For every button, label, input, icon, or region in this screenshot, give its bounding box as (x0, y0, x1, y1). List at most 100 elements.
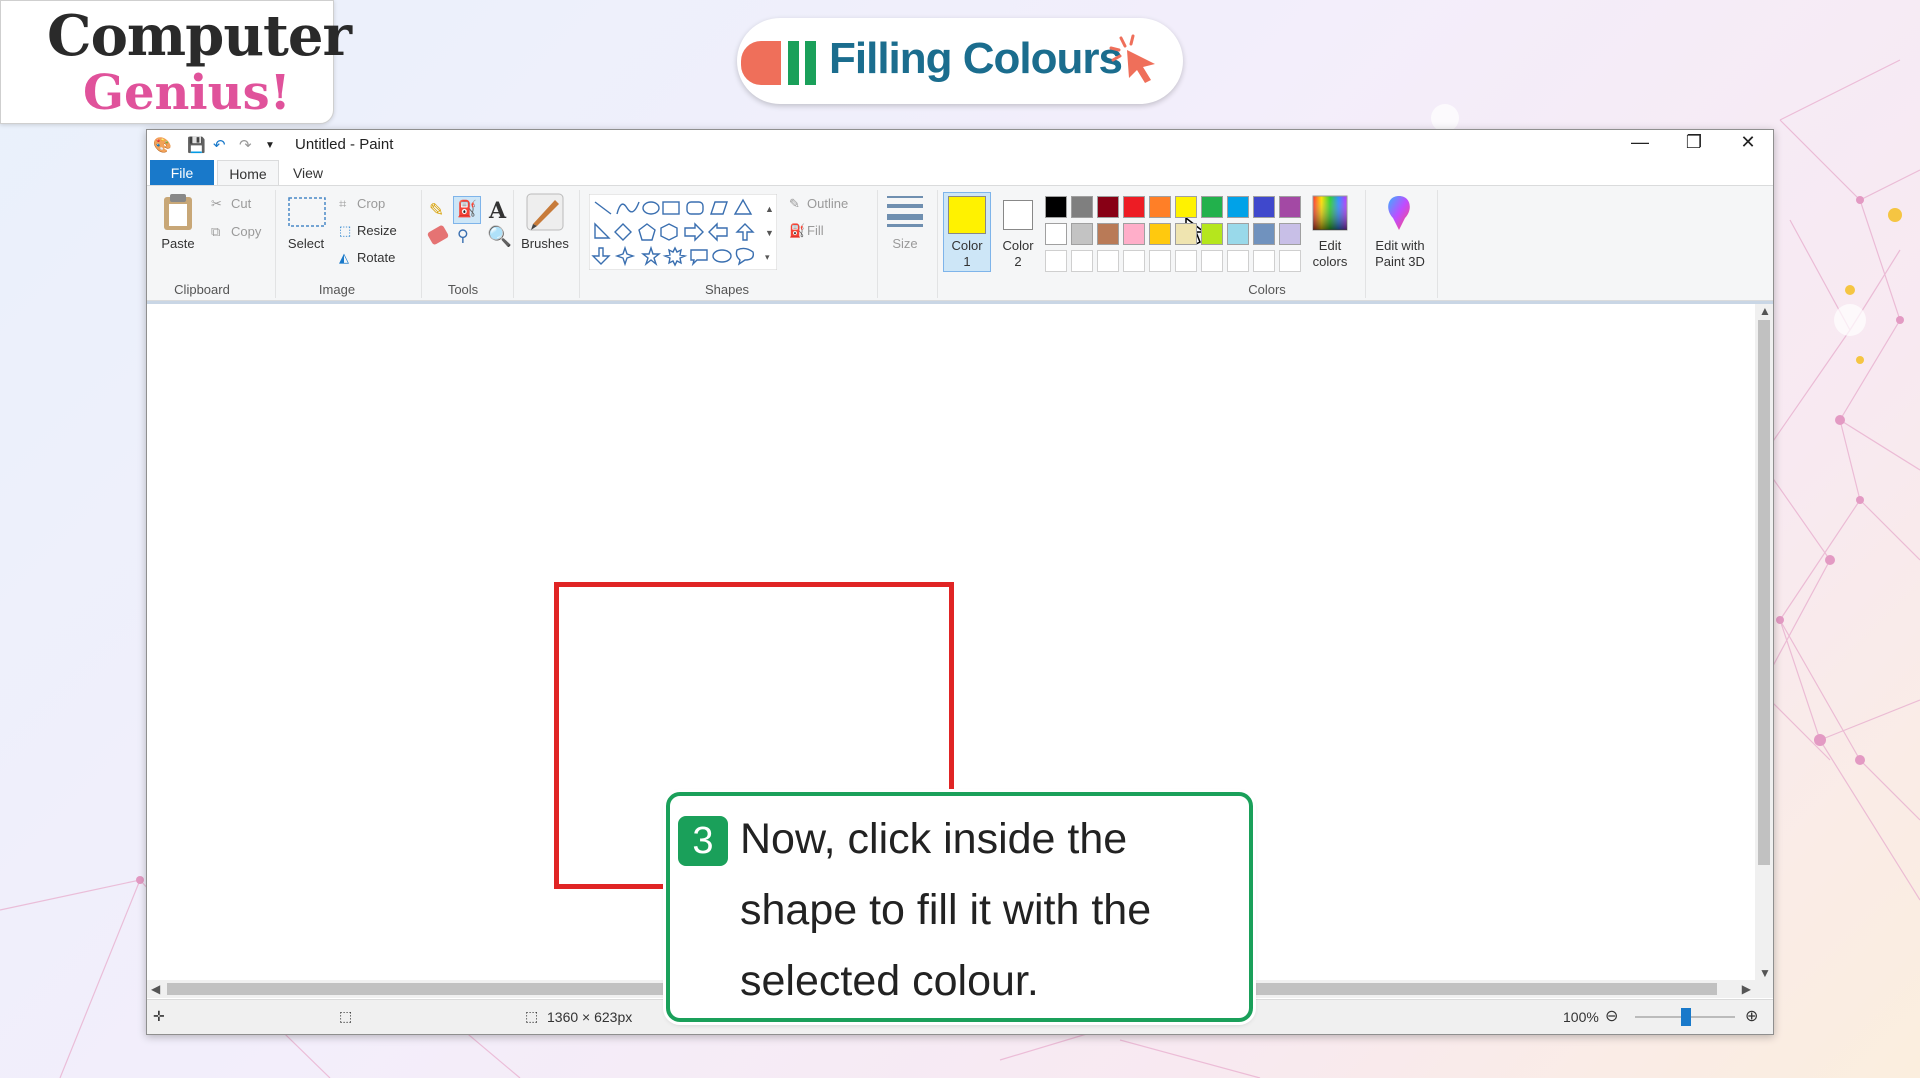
color1-swatch (948, 196, 986, 234)
size-button[interactable]: Size (881, 236, 929, 252)
text-tool-icon[interactable]: A (489, 198, 506, 224)
select-icon[interactable] (287, 196, 327, 228)
palette-color-swatch[interactable] (1201, 196, 1223, 218)
custom-color-slot[interactable] (1279, 250, 1301, 272)
custom-color-slot[interactable] (1045, 250, 1067, 272)
shapes-gallery[interactable]: ▲ ▼ ▾ (589, 194, 777, 270)
minimize-button[interactable]: — (1617, 132, 1663, 158)
fill-bucket-icon[interactable]: ⛽ (453, 196, 481, 224)
palette-color-swatch[interactable] (1149, 196, 1171, 218)
ribbon-tabs: File Home View ︿ ? (147, 160, 1773, 214)
custom-color-slot[interactable] (1071, 250, 1093, 272)
tab-home[interactable]: Home (217, 160, 279, 186)
select-button[interactable]: Select (283, 236, 329, 252)
palette-color-swatch[interactable] (1227, 223, 1249, 245)
cut-icon: ✂ (211, 196, 222, 211)
palette-color-swatch[interactable] (1097, 196, 1119, 218)
group-separator (579, 190, 580, 298)
palette-color-swatch[interactable] (1071, 196, 1093, 218)
group-separator (1437, 190, 1438, 298)
group-separator (275, 190, 276, 298)
svg-text:▾: ▾ (765, 252, 770, 262)
color2-swatch[interactable] (1003, 200, 1033, 230)
custom-color-slot[interactable] (1227, 250, 1249, 272)
vertical-scroll-thumb[interactable] (1758, 320, 1770, 865)
pencil-icon[interactable]: ✎ (429, 200, 444, 221)
palette-color-swatch[interactable] (1045, 223, 1067, 245)
paste-button[interactable]: Paste (157, 236, 199, 252)
custom-color-slot[interactable] (1123, 250, 1145, 272)
tab-file[interactable]: File (150, 160, 214, 186)
restore-button[interactable]: ❐ (1671, 132, 1717, 158)
tab-view[interactable]: View (283, 160, 333, 186)
crop-button[interactable]: Crop (357, 196, 385, 211)
resize-icon: ⬚ (339, 223, 352, 238)
palette-color-swatch[interactable] (1071, 223, 1093, 245)
custom-color-slot[interactable] (1149, 250, 1171, 272)
lesson-title-pill: Filling Colours (737, 18, 1183, 104)
scroll-right-icon[interactable]: ▶ (1742, 982, 1751, 996)
crop-icon: ⌗ (339, 196, 347, 211)
title-decoration-bar (741, 41, 781, 85)
copy-button[interactable]: Copy (231, 224, 261, 239)
undo-icon[interactable]: ↶ (213, 136, 226, 154)
vertical-scrollbar[interactable]: ▲ ▼ (1755, 304, 1773, 980)
group-separator (513, 190, 514, 298)
zoom-in-icon[interactable]: ⊕ (1745, 1006, 1758, 1026)
palette-color-swatch[interactable] (1201, 223, 1223, 245)
color1-label: Color 1 (951, 238, 983, 269)
redo-icon[interactable]: ↷ (239, 136, 252, 154)
palette-color-swatch[interactable] (1175, 223, 1197, 245)
magnifier-icon[interactable]: 🔍 (487, 224, 512, 249)
canvas-size-icon: ⬚ (525, 1008, 539, 1024)
paint-3d-icon[interactable] (1381, 192, 1417, 234)
palette-color-swatch[interactable] (1149, 223, 1171, 245)
click-cursor-icon (1109, 34, 1155, 83)
outline-dropdown[interactable]: Outline (807, 196, 848, 211)
custom-color-slot[interactable] (1097, 250, 1119, 272)
scroll-left-icon[interactable]: ◀ (151, 982, 160, 996)
palette-color-swatch[interactable] (1227, 196, 1249, 218)
outline-icon: ✎ (789, 196, 800, 211)
scroll-down-icon[interactable]: ▼ (1759, 966, 1771, 980)
brushes-icon[interactable] (525, 192, 565, 232)
svg-text:▼: ▼ (765, 228, 774, 238)
size-icon[interactable] (885, 194, 925, 230)
custom-color-slot[interactable] (1175, 250, 1197, 272)
brand-logo: Computer Genius! (0, 0, 352, 124)
rotate-button[interactable]: Rotate (357, 250, 395, 265)
title-bar: 🎨 💾 ↶ ↷ ▼ Untitled - Paint — ❐ ✕ (147, 130, 1773, 160)
palette-color-swatch[interactable] (1253, 223, 1275, 245)
palette-color-swatch[interactable] (1123, 196, 1145, 218)
lesson-title: Filling Colours (829, 34, 1123, 83)
group-label-colors: Colors (1248, 282, 1286, 297)
palette-color-swatch[interactable] (1175, 196, 1197, 218)
zoom-level: 100% (1563, 1009, 1599, 1025)
scroll-up-icon[interactable]: ▲ (1759, 304, 1771, 318)
close-button[interactable]: ✕ (1725, 132, 1771, 158)
save-icon[interactable]: 💾 (187, 136, 206, 154)
palette-color-swatch[interactable] (1097, 223, 1119, 245)
palette-color-swatch[interactable] (1279, 223, 1301, 245)
instruction-callout: 3 Now, click inside the shape to fill it… (666, 792, 1253, 1022)
eraser-icon[interactable] (426, 224, 450, 246)
palette-color-swatch[interactable] (1279, 196, 1301, 218)
group-separator (421, 190, 422, 298)
edit-colors-icon[interactable] (1311, 194, 1349, 232)
custom-color-slot[interactable] (1201, 250, 1223, 272)
zoom-slider-thumb[interactable] (1681, 1008, 1691, 1026)
edit-colors-button[interactable]: Edit colors (1303, 238, 1357, 270)
custom-color-slot[interactable] (1253, 250, 1275, 272)
palette-color-swatch[interactable] (1253, 196, 1275, 218)
palette-color-swatch[interactable] (1045, 196, 1067, 218)
color-picker-icon[interactable]: ⚲ (457, 226, 469, 246)
resize-button[interactable]: Resize (357, 223, 397, 238)
paste-icon[interactable] (161, 192, 195, 232)
brushes-button[interactable]: Brushes (517, 236, 573, 252)
cut-button[interactable]: Cut (231, 196, 251, 211)
palette-color-swatch[interactable] (1123, 223, 1145, 245)
zoom-out-icon[interactable]: ⊖ (1605, 1006, 1618, 1026)
edit-with-paint3d-button[interactable]: Edit with Paint 3D (1367, 238, 1433, 270)
fill-dropdown[interactable]: Fill (807, 223, 824, 238)
customize-quick-access-icon[interactable]: ▼ (265, 140, 275, 151)
